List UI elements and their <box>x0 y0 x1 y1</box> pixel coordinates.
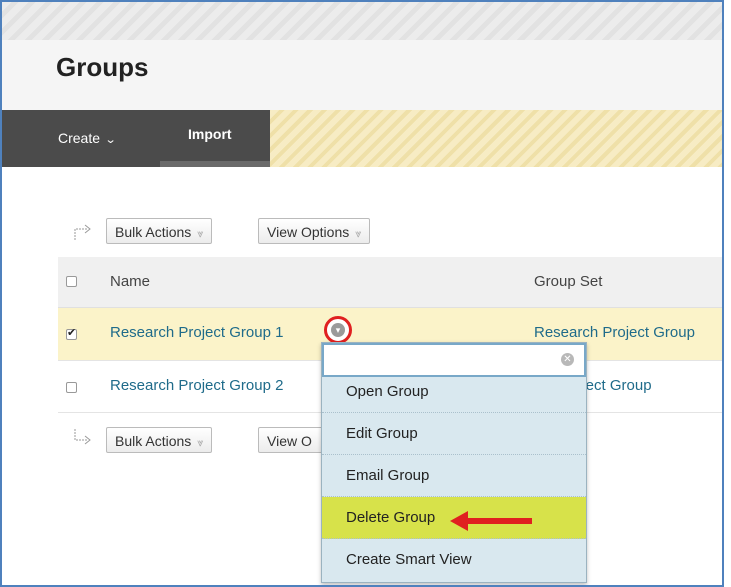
column-header-group-set[interactable]: Group Set <box>534 257 602 307</box>
title-band: Groups <box>2 40 722 111</box>
view-options-button[interactable]: View O <box>258 427 328 453</box>
menu-item-edit-group[interactable]: Edit Group <box>322 413 586 455</box>
toolbar-arrow-icon <box>74 429 91 445</box>
double-chevron-down-icon: ⩔ <box>197 228 204 240</box>
column-header-name[interactable]: Name <box>110 257 150 307</box>
clear-icon[interactable]: ✕ <box>561 353 574 366</box>
select-all-checkbox[interactable] <box>66 276 77 287</box>
header-stripe <box>2 2 722 42</box>
view-options-button[interactable]: View Options ⩔ <box>258 218 371 244</box>
toolbar-arrow-icon <box>74 224 91 240</box>
context-menu: ✕ Open Group Edit Group Email Group Dele… <box>321 342 587 583</box>
view-options-label: View O <box>267 433 312 449</box>
menu-item-create-smart-view[interactable]: Create Smart View <box>322 539 586 581</box>
menu-item-open-group[interactable]: Open Group <box>322 371 586 413</box>
row-menu-trigger[interactable]: ▾ <box>324 316 352 344</box>
bulk-actions-label: Bulk Actions <box>115 433 192 449</box>
group-name-link[interactable]: Research Project Group 2 <box>110 361 283 411</box>
action-bar-menu: Create ⌄ Import <box>2 110 270 167</box>
import-button[interactable]: Import <box>188 110 232 167</box>
annotation-arrow-icon <box>450 511 532 531</box>
row-checkbox[interactable] <box>66 326 77 340</box>
double-chevron-down-icon: ⩔ <box>355 228 362 240</box>
create-label: Create <box>58 130 101 146</box>
chevron-down-icon: ⌄ <box>104 134 117 146</box>
bulk-actions-label: Bulk Actions <box>115 224 192 240</box>
create-button[interactable]: Create ⌄ <box>14 110 144 167</box>
chevron-down-icon: ▾ <box>331 323 345 337</box>
page-title: Groups <box>56 52 149 82</box>
group-name-link[interactable]: Research Project Group 1 <box>110 308 283 358</box>
import-active-indicator <box>160 161 270 167</box>
screenshot-frame: Groups Create ⌄ Import Bulk Actions ⩔ View… <box>0 0 724 587</box>
action-bar: Create ⌄ Import <box>2 110 722 167</box>
menu-item-email-group[interactable]: Email Group <box>322 455 586 497</box>
bulk-actions-button[interactable]: Bulk Actions ⩔ <box>106 427 213 453</box>
bulk-actions-button[interactable]: Bulk Actions ⩔ <box>106 218 213 244</box>
view-options-label: View Options <box>267 224 350 240</box>
table-header: Name Group Set <box>58 257 722 308</box>
double-chevron-down-icon: ⩔ <box>197 437 204 449</box>
top-toolbar: Bulk Actions ⩔ View Options ⩔ <box>2 218 722 252</box>
row-checkbox[interactable] <box>66 382 77 393</box>
